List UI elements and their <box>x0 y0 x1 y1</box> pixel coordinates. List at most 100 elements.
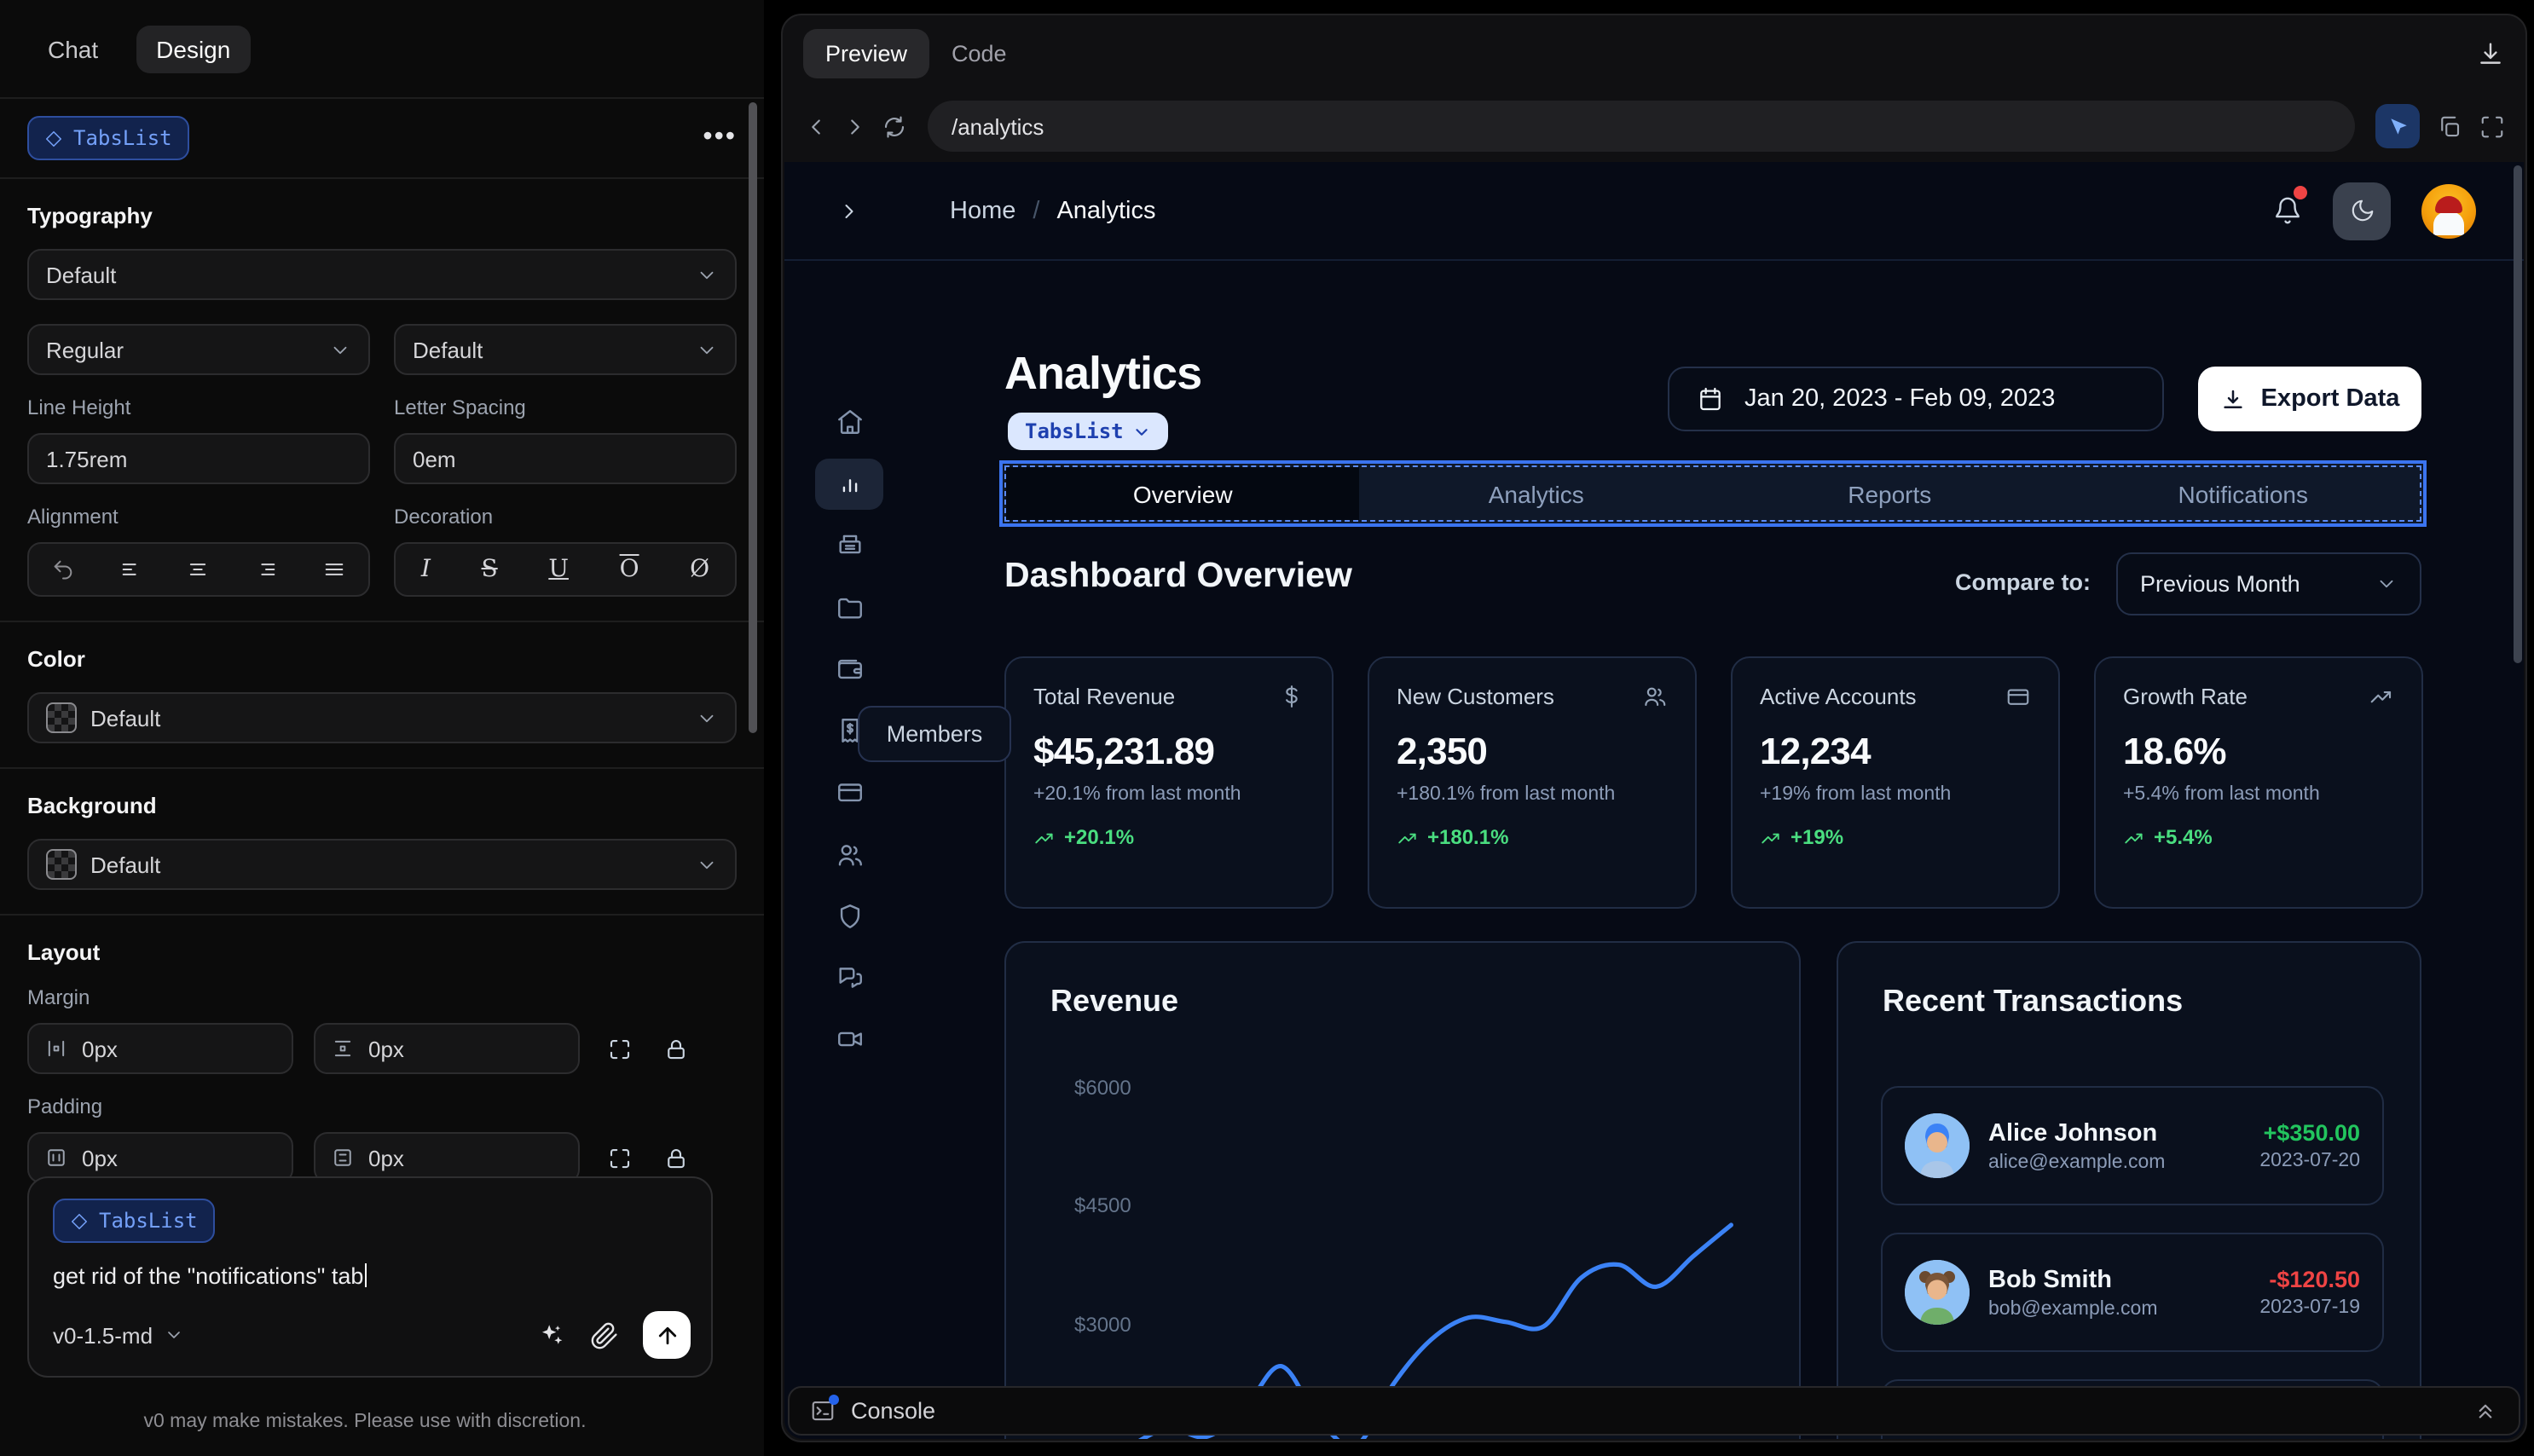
forward-icon[interactable] <box>842 113 868 139</box>
sidebar-item-video[interactable] <box>815 1013 883 1064</box>
tab-overview[interactable]: Overview <box>1006 467 1360 520</box>
tab-preview[interactable]: Preview <box>803 28 930 78</box>
margin-horizontal-icon <box>48 1040 65 1057</box>
background-select[interactable]: Default <box>27 839 737 890</box>
v0-workspace: Chat Design TabsList ••• Typography Defa… <box>0 0 2534 1456</box>
console-activity-dot <box>829 1395 839 1405</box>
tab-design[interactable]: Design <box>136 25 252 72</box>
sidebar-item-messages[interactable] <box>815 951 883 1002</box>
decoration-label: Decoration <box>394 505 494 529</box>
model-select[interactable]: v0-1.5-md <box>53 1322 183 1348</box>
cursor-icon <box>2390 118 2406 134</box>
send-button[interactable] <box>643 1311 691 1359</box>
tabs-list: Overview Analytics Reports Notifications <box>1004 465 2421 522</box>
no-decoration-icon[interactable]: Ø <box>690 556 709 583</box>
diamond-icon <box>45 130 62 147</box>
export-data-button[interactable]: Export Data <box>2198 367 2421 431</box>
overline-icon[interactable]: O <box>620 556 639 583</box>
user-avatar[interactable] <box>2421 183 2476 238</box>
sidebar-item-members[interactable] <box>815 829 883 880</box>
tab-reports[interactable]: Reports <box>1713 467 2067 520</box>
stat-card-new-customers: New Customers 2,350 +180.1% from last mo… <box>1368 656 1697 909</box>
lock-icon[interactable] <box>663 1036 689 1061</box>
sidebar-item-cards[interactable] <box>815 766 883 817</box>
tab-analytics[interactable]: Analytics <box>1360 467 1714 520</box>
reset-alignment-icon[interactable] <box>51 558 75 581</box>
font-family-select[interactable]: Default <box>27 249 737 300</box>
chat-composer[interactable]: TabsList get rid of the "notifications" … <box>27 1176 713 1378</box>
padding-horizontal-icon <box>48 1149 65 1166</box>
calendar-icon <box>1700 387 1721 411</box>
padding-horizontal-input[interactable]: 0px <box>27 1132 293 1183</box>
chevrons-up-icon[interactable] <box>2473 1398 2498 1424</box>
transaction-row[interactable]: Alice Johnson alice@example.com +$350.00… <box>1881 1086 2384 1205</box>
sidebar-item-wallet[interactable] <box>815 643 883 694</box>
theme-toggle-button[interactable] <box>2333 182 2391 240</box>
alignment-group <box>27 542 370 597</box>
tab-chat[interactable]: Chat <box>27 25 119 72</box>
sidebar-expand-icon[interactable] <box>837 199 861 222</box>
strikethrough-icon[interactable]: S <box>482 556 498 583</box>
align-right-icon[interactable] <box>255 558 279 581</box>
notification-dot <box>2294 186 2307 199</box>
url-input[interactable]: /analytics <box>928 101 2355 152</box>
composer-input[interactable]: get rid of the "notifications" tab <box>53 1263 687 1289</box>
sidebar-item-home[interactable] <box>815 396 883 447</box>
app-scrollbar[interactable] <box>2513 165 2521 663</box>
refresh-icon[interactable] <box>882 113 907 139</box>
notifications-button[interactable] <box>2273 186 2307 225</box>
composer-component-chip[interactable]: TabsList <box>53 1199 215 1243</box>
download-icon[interactable] <box>2476 38 2505 67</box>
tab-code[interactable]: Code <box>929 28 1029 78</box>
align-center-icon[interactable] <box>187 558 211 581</box>
console-bar[interactable]: Console <box>788 1386 2520 1436</box>
lock-icon[interactable] <box>663 1145 689 1170</box>
margin-horizontal-input[interactable]: 0px <box>27 1023 293 1074</box>
font-size-select[interactable]: Default <box>394 324 737 375</box>
padding-vertical-input[interactable]: 0px <box>314 1132 580 1183</box>
italic-icon[interactable]: I <box>421 556 431 583</box>
transaction-row[interactable]: Bob Smith bob@example.com -$120.50 2023-… <box>1881 1233 2384 1352</box>
trend-up-icon <box>1398 832 1416 843</box>
stat-card-growth-rate: Growth Rate 18.6% +5.4% from last month … <box>2094 656 2423 909</box>
sidebar-item-security[interactable] <box>815 890 883 941</box>
breadcrumb-home[interactable]: Home <box>950 197 1015 224</box>
sparkles-icon[interactable] <box>537 1320 566 1349</box>
chevron-down-icon <box>2380 580 2393 588</box>
fullscreen-icon[interactable] <box>2479 113 2505 139</box>
chevron-down-icon <box>333 345 347 354</box>
panel-scrollbar[interactable] <box>749 102 757 733</box>
printer-icon <box>838 534 860 553</box>
console-status <box>810 1395 839 1424</box>
more-options-button[interactable]: ••• <box>703 123 737 153</box>
selected-component-chip[interactable]: TabsList <box>27 116 189 160</box>
transactions-title: Recent Transactions <box>1883 984 2184 1018</box>
chevron-down-icon <box>700 270 714 279</box>
tab-notifications[interactable]: Notifications <box>2067 467 2421 520</box>
expand-sides-icon[interactable] <box>607 1145 633 1170</box>
back-icon[interactable] <box>803 113 829 139</box>
sidebar-item-files[interactable] <box>815 581 883 633</box>
align-left-icon[interactable] <box>119 558 142 581</box>
align-justify-icon[interactable] <box>322 558 346 581</box>
margin-vertical-input[interactable]: 0px <box>314 1023 580 1074</box>
background-swatch <box>46 849 77 880</box>
sidebar-item-analytics[interactable] <box>815 459 883 510</box>
paperclip-icon[interactable] <box>590 1320 619 1349</box>
arrow-up-icon <box>657 1326 676 1344</box>
font-weight-select[interactable]: Regular <box>27 324 370 375</box>
select-mode-button[interactable] <box>2375 104 2420 148</box>
copy-icon[interactable] <box>2437 113 2462 139</box>
color-select[interactable]: Default <box>27 692 737 743</box>
date-range-button[interactable]: Jan 20, 2023 - Feb 09, 2023 <box>1668 367 2164 431</box>
padding-vertical-icon <box>334 1149 351 1166</box>
expand-sides-icon[interactable] <box>607 1036 633 1061</box>
sidebar-item-billing[interactable] <box>815 520 883 571</box>
transaction-amount: -$120.50 <box>2269 1267 2360 1292</box>
compare-to-select[interactable]: Previous Month <box>2116 552 2421 615</box>
letter-spacing-input[interactable]: 0em <box>394 433 737 484</box>
preview-mode-tabs: Preview Code <box>783 15 2525 90</box>
selection-chip[interactable]: TabsList <box>1008 413 1168 450</box>
underline-icon[interactable]: U <box>548 556 569 583</box>
line-height-input[interactable]: 1.75rem <box>27 433 370 484</box>
